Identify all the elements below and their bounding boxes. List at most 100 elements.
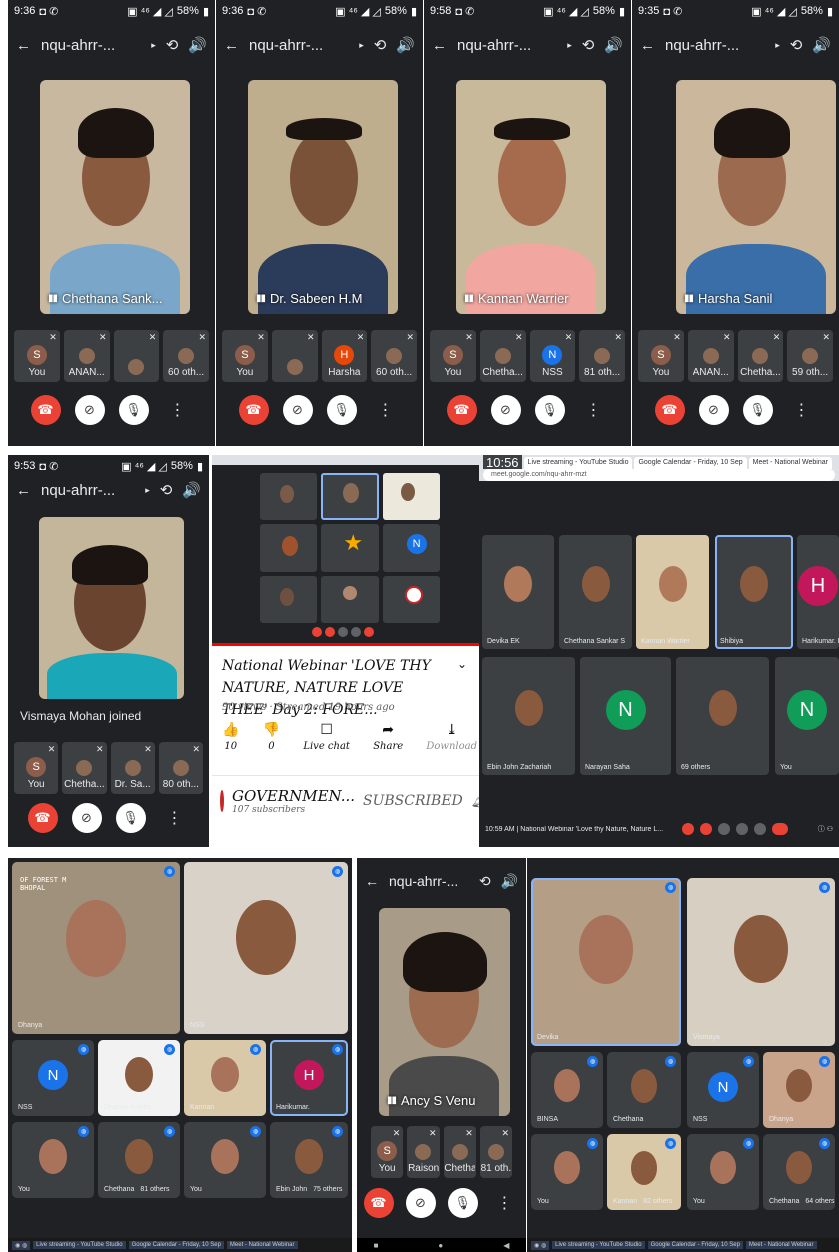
switch-camera-icon[interactable]: ⟲: [374, 36, 387, 54]
channel-name[interactable]: GOVERNMEN...: [232, 787, 355, 805]
progress-bar[interactable]: [212, 643, 479, 646]
meet-tile[interactable]: ◍ Kannan: [184, 1040, 266, 1116]
share-button[interactable]: ➦ Share: [373, 722, 403, 752]
like-button[interactable]: 👍 10: [222, 722, 239, 752]
more-options-button[interactable]: ⋮: [490, 1188, 520, 1218]
meet-tile[interactable]: ◍ You: [531, 1134, 603, 1210]
meet-tile[interactable]: ◍ Chethana 64 others: [763, 1134, 835, 1210]
more-options-button[interactable]: ⋮: [160, 803, 190, 833]
participant-tile[interactable]: ✕ Raison: [407, 1126, 440, 1178]
meet-tile[interactable]: Kannan Warrier: [636, 535, 709, 649]
nav-back-icon[interactable]: ◀: [503, 1241, 509, 1250]
camera-off-button[interactable]: ⊘: [71, 803, 102, 833]
mic-off-button[interactable]: 🎙: [115, 803, 146, 833]
speaker-icon[interactable]: 🔊: [604, 36, 623, 54]
browser-tab[interactable]: Google Calendar - Friday, 10 Sep: [634, 457, 747, 469]
meet-tile[interactable]: ◍ Kannan 82 others: [607, 1134, 681, 1210]
live-chat-button[interactable]: ☐ Live chat: [303, 722, 350, 752]
participant-tile[interactable]: N ✕ NSS: [529, 330, 576, 382]
meet-tile[interactable]: ◍ You: [184, 1122, 266, 1198]
speaker-icon[interactable]: 🔊: [182, 481, 201, 499]
switch-camera-icon[interactable]: ⟲: [582, 36, 595, 54]
participant-tile[interactable]: ✕ Chetha...: [62, 742, 107, 794]
participant-tile[interactable]: ✕: [113, 330, 160, 382]
back-arrow-icon[interactable]: ←: [432, 37, 447, 54]
participant-tile[interactable]: S ✕ You: [14, 742, 59, 794]
present-button[interactable]: [735, 823, 748, 835]
camera-button[interactable]: [699, 823, 712, 835]
video-player[interactable]: ★ N: [212, 455, 479, 645]
meet-tile[interactable]: Ebin John Zachariah: [482, 657, 575, 775]
back-arrow-icon[interactable]: ←: [16, 482, 31, 499]
back-arrow-icon[interactable]: ←: [224, 37, 239, 54]
more-options-button[interactable]: ⋮: [163, 395, 193, 425]
browser-tab-active[interactable]: Meet - National Webinar: [748, 457, 832, 469]
speaker-icon[interactable]: 🔊: [501, 873, 518, 890]
meet-tile[interactable]: ◍ NSS: [184, 862, 348, 1034]
taskbar-item[interactable]: Meet - National Webinar: [745, 1241, 817, 1249]
nav-recents-icon[interactable]: ■: [374, 1241, 379, 1250]
participant-tile[interactable]: ✕ 59 oth...: [787, 330, 833, 382]
meeting-code[interactable]: nqu-ahrr-...: [389, 873, 469, 889]
mic-off-button[interactable]: 🎙: [742, 395, 773, 425]
more-options-button[interactable]: ⋮: [787, 395, 817, 425]
participant-tile[interactable]: S ✕ You: [430, 330, 476, 382]
meet-tile[interactable]: ◍ Ebin John 75 others: [270, 1122, 348, 1198]
meet-tile[interactable]: ◍ Vismaya: [687, 878, 835, 1046]
nav-home-icon[interactable]: ●: [438, 1241, 443, 1250]
camera-off-button[interactable]: ⊘: [282, 395, 313, 425]
participant-tile[interactable]: S ✕ You: [222, 330, 268, 382]
meet-tile[interactable]: Chethana Sankar S: [559, 535, 632, 649]
meet-tile[interactable]: Shibiya: [715, 535, 793, 649]
meeting-code[interactable]: nqu-ahrr-...: [665, 37, 777, 54]
participant-tile[interactable]: S ✕ You: [638, 330, 684, 382]
camera-off-button[interactable]: ⊘: [490, 395, 521, 425]
meet-tile[interactable]: N ◍ NSS: [12, 1040, 94, 1116]
mic-off-button[interactable]: 🎙: [534, 395, 565, 425]
participant-tile[interactable]: ✕ 60 oth...: [163, 330, 209, 382]
speaker-icon[interactable]: 🔊: [188, 36, 207, 54]
leave-call-button[interactable]: [771, 823, 788, 835]
taskbar-item[interactable]: Live streaming - YouTube Studio: [33, 1241, 126, 1249]
meeting-code[interactable]: nqu-ahrr-...: [457, 37, 569, 54]
mic-button[interactable]: [681, 823, 694, 835]
expand-chevron-icon[interactable]: ⌄: [457, 657, 467, 671]
taskbar-item[interactable]: Google Calendar - Friday, 10 Sep: [128, 1241, 224, 1249]
meeting-code[interactable]: nqu-ahrr-...: [41, 482, 147, 499]
browser-tab[interactable]: Live streaming - YouTube Studio: [523, 457, 633, 469]
speaker-icon[interactable]: 🔊: [812, 36, 831, 54]
end-call-button[interactable]: ☎: [363, 1188, 394, 1218]
subscribe-button[interactable]: SUBSCRIBED: [363, 793, 463, 809]
participant-tile[interactable]: H ✕ Harsha: [321, 330, 368, 382]
participant-tile[interactable]: ✕ 81 oth...: [579, 330, 625, 382]
switch-camera-icon[interactable]: ⟲: [166, 36, 179, 54]
mic-off-button[interactable]: 🎙: [118, 395, 149, 425]
address-bar[interactable]: meet.google.com/nqu-ahrr-mzt: [483, 469, 835, 481]
meet-tile[interactable]: ◍ Dhanya is pres...: [98, 1040, 180, 1116]
bell-icon[interactable]: 🔔︎: [471, 794, 479, 809]
participant-tile[interactable]: ✕: [271, 330, 318, 382]
camera-off-button[interactable]: ⊘: [74, 395, 105, 425]
people-icon[interactable]: ⓘ ⚇: [818, 824, 833, 834]
back-arrow-icon[interactable]: ←: [16, 37, 31, 54]
meet-tile[interactable]: ◍ Devika: [531, 878, 681, 1046]
taskbar-item[interactable]: Meet - National Webinar: [226, 1241, 298, 1249]
meeting-code[interactable]: nqu-ahrr-...: [41, 37, 153, 54]
participant-tile[interactable]: ✕ 80 oth...: [158, 742, 203, 794]
participant-tile[interactable]: ✕ Chetha...: [443, 1126, 476, 1178]
participant-tile[interactable]: ✕ Chetha...: [479, 330, 526, 382]
meet-tile[interactable]: N You: [775, 657, 839, 775]
taskbar-item[interactable]: Live streaming - YouTube Studio: [552, 1241, 645, 1249]
channel-logo[interactable]: [220, 790, 224, 812]
meet-tile[interactable]: ◍ You: [687, 1134, 759, 1210]
more-options-button[interactable]: ⋮: [371, 395, 401, 425]
meet-tile[interactable]: ◍ Chethana: [607, 1052, 681, 1128]
participant-tile[interactable]: S ✕ You: [371, 1126, 404, 1178]
taskbar-item[interactable]: ◉ ◍: [12, 1240, 31, 1250]
back-arrow-icon[interactable]: ←: [365, 873, 379, 889]
switch-camera-icon[interactable]: ⟲: [790, 36, 803, 54]
meet-tile[interactable]: N Narayan Saha: [580, 657, 671, 775]
switch-camera-icon[interactable]: ⟲: [479, 873, 491, 890]
mic-off-button[interactable]: 🎙: [447, 1188, 478, 1218]
end-call-button[interactable]: ☎: [30, 395, 61, 425]
